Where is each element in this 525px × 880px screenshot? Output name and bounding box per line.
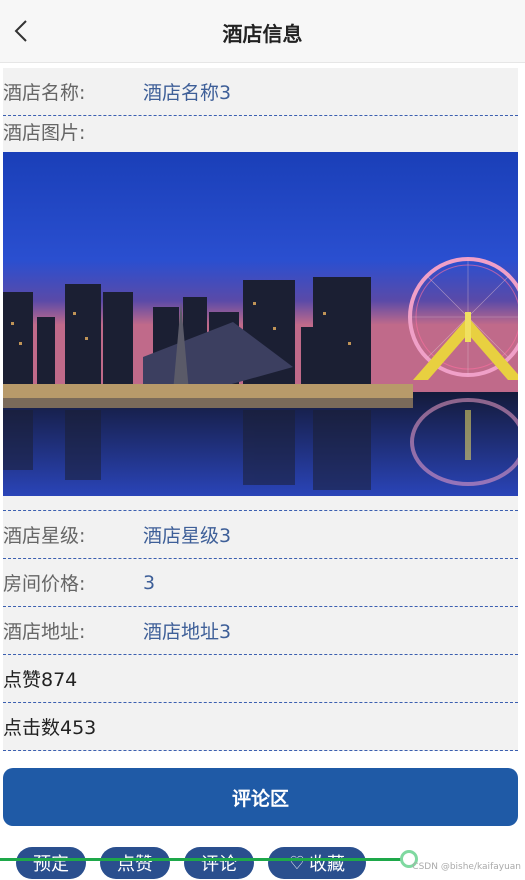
favorite-button[interactable]: ♡ 收藏 [268, 847, 366, 879]
hotel-name-value: 酒店名称3 [143, 82, 232, 104]
hotel-name-label: 酒店名称: [3, 82, 86, 104]
hotel-image-section: 酒店图片: [3, 116, 518, 511]
heart-icon: ♡ [288, 852, 306, 874]
hotel-star-label: 酒店星级: [3, 525, 86, 547]
book-button[interactable]: 预定 [16, 847, 86, 879]
hotel-star-value: 酒店星级3 [143, 525, 232, 547]
top-nav-bar: 酒店信息 [0, 0, 525, 63]
hotel-address-label: 酒店地址: [3, 621, 86, 643]
like-button[interactable]: 点赞 [100, 847, 170, 879]
hotel-star-row: 酒店星级: 酒店星级3 [3, 511, 518, 559]
comment-button[interactable]: 评论 [184, 847, 254, 879]
hotel-address-row: 酒店地址: 酒店地址3 [3, 607, 518, 655]
watermark: CSDN @bishe/kaifayuan [412, 862, 521, 872]
progress-line [0, 858, 410, 861]
room-price-value: 3 [143, 571, 156, 594]
hotel-image-label: 酒店图片: [3, 122, 86, 144]
page-title: 酒店信息 [222, 22, 303, 46]
like-count-row: 点赞874 [3, 655, 518, 703]
hotel-photo [3, 152, 518, 496]
room-price-label: 房间价格: [3, 573, 86, 595]
favorite-label: 收藏 [309, 854, 346, 875]
hotel-name-row: 酒店名称: 酒店名称3 [3, 68, 518, 116]
click-count-row: 点击数453 [3, 703, 518, 751]
hotel-detail-panel: 酒店名称: 酒店名称3 酒店图片: 酒店星级: 酒店星级3 房间价格: 3 酒店… [3, 68, 518, 751]
comment-section-button[interactable]: 评论区 [3, 768, 518, 826]
hotel-address-value: 酒店地址3 [143, 621, 232, 643]
room-price-row: 房间价格: 3 [3, 559, 518, 607]
